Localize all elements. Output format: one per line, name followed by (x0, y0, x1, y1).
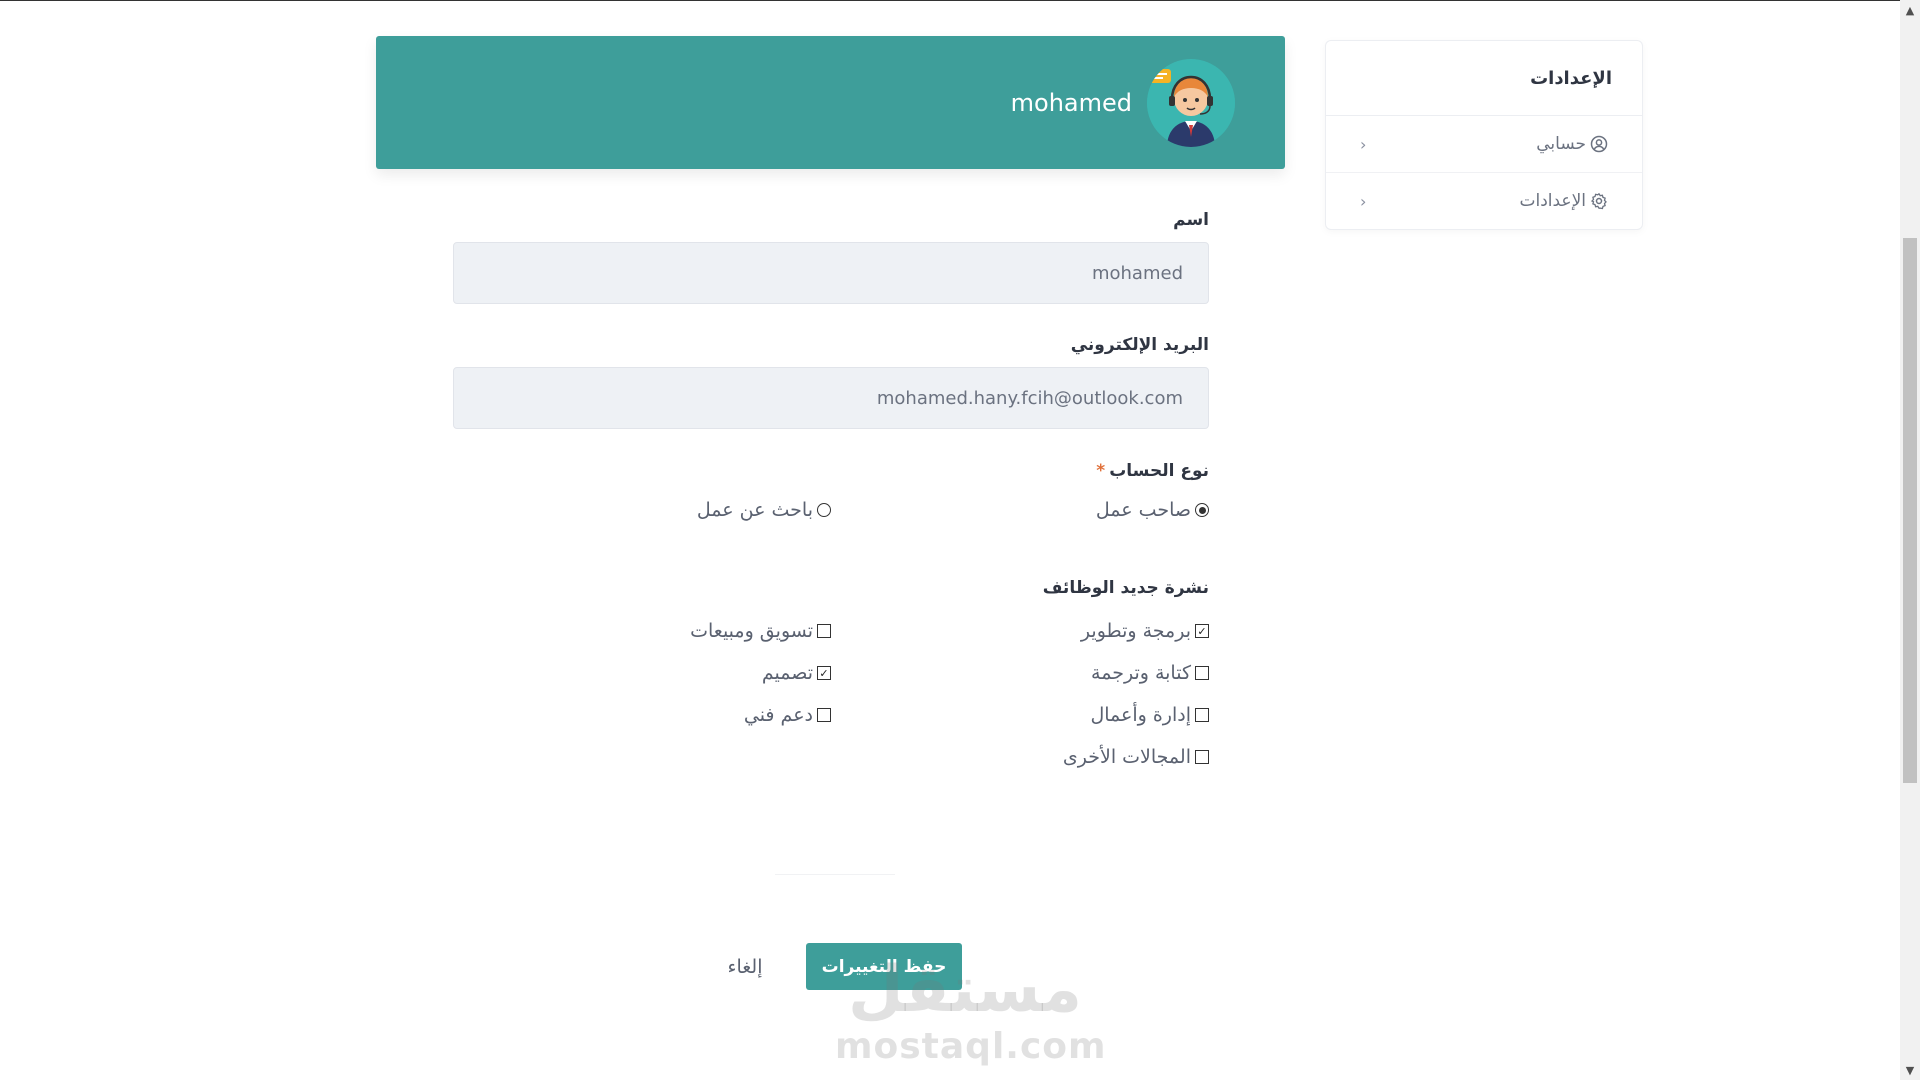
sidebar-item-label: الإعدادات (1519, 191, 1586, 211)
window-top-border (0, 0, 1900, 1)
newsletter-label: نشرة جديد الوظائف (1042, 578, 1209, 598)
checkbox[interactable] (1195, 708, 1209, 722)
sidebar-title: الإعدادات (1326, 41, 1642, 116)
vertical-scrollbar[interactable]: ▲ ▼ (1900, 0, 1920, 1080)
name-label: اسم (1173, 210, 1209, 230)
checkbox-writing[interactable]: كتابة وترجمة (831, 662, 1209, 684)
gear-icon (1590, 192, 1608, 210)
sidebar-item-settings[interactable]: الإعدادات ‹ (1326, 173, 1642, 229)
name-field[interactable] (453, 242, 1209, 304)
checkbox[interactable]: ✓ (1195, 624, 1209, 638)
save-changes-button[interactable]: حفظ التغييرات (806, 943, 962, 990)
checkbox-label: إدارة وأعمال (1090, 704, 1191, 726)
required-mark: * (1096, 461, 1106, 481)
checkbox-marketing[interactable]: تسويق ومبيعات (453, 620, 831, 642)
checkbox[interactable] (1195, 750, 1209, 764)
checkbox-label: كتابة وترجمة (1091, 662, 1191, 684)
settings-sidebar: الإعدادات حسابي ‹ الإعدادات ‹ (1325, 40, 1643, 230)
radio-button[interactable] (817, 503, 831, 517)
checkbox-label: دعم فني (743, 704, 813, 726)
checkbox-label: تصميم (761, 662, 813, 684)
profile-header: mohamed (376, 36, 1285, 169)
checkbox-management[interactable]: إدارة وأعمال (831, 704, 1209, 726)
checkbox-programming[interactable]: ✓ برمجة وتطوير (831, 620, 1209, 642)
account-type-group: نوع الحساب* صاحب عمل باحث عن عمل (453, 461, 1209, 521)
checkbox-label: تسويق ومبيعات (690, 620, 813, 642)
profile-name: mohamed (1010, 88, 1132, 117)
chevron-left-icon: ‹ (1360, 191, 1367, 211)
radio-button[interactable] (1195, 503, 1209, 517)
email-field[interactable] (453, 367, 1209, 429)
divider (775, 874, 895, 875)
email-group: البريد الإلكتروني (453, 335, 1209, 429)
checkbox-label: المجالات الأخرى (1062, 746, 1191, 768)
radio-label: صاحب عمل (1095, 499, 1191, 521)
cancel-button[interactable]: إلغاء (715, 943, 775, 990)
radio-option-employer[interactable]: صاحب عمل (831, 499, 1209, 521)
scroll-up-arrow-icon[interactable]: ▲ (1900, 0, 1920, 20)
email-label: البريد الإلكتروني (1070, 335, 1209, 355)
user-circle-icon (1590, 135, 1608, 153)
sidebar-item-label: حسابي (1536, 134, 1586, 154)
checkbox[interactable] (817, 708, 831, 722)
radio-label: باحث عن عمل (696, 499, 813, 521)
radio-option-job-seeker[interactable]: باحث عن عمل (453, 499, 831, 521)
chevron-left-icon: ‹ (1360, 134, 1367, 154)
sidebar-item-my-account[interactable]: حسابي ‹ (1326, 116, 1642, 173)
watermark-latin: mostaql.com (835, 1026, 1107, 1067)
name-group: اسم (453, 210, 1209, 304)
checkbox-support[interactable]: دعم فني (453, 704, 831, 726)
scroll-down-arrow-icon[interactable]: ▼ (1900, 1060, 1920, 1080)
avatar (1147, 59, 1235, 147)
newsletter-group: نشرة جديد الوظائف ✓ برمجة وتطوير تسويق و… (453, 578, 1209, 768)
account-type-label-text: نوع الحساب (1109, 461, 1209, 481)
checkbox-other-fields[interactable]: المجالات الأخرى (812, 746, 1209, 768)
checkbox[interactable] (817, 624, 831, 638)
account-type-label: نوع الحساب* (453, 461, 1209, 481)
scrollbar-thumb[interactable] (1903, 238, 1917, 783)
checkbox[interactable] (1195, 666, 1209, 680)
checkbox-label: برمجة وتطوير (1080, 620, 1191, 642)
checkbox[interactable]: ✓ (817, 666, 831, 680)
checkbox-design[interactable]: ✓ تصميم (453, 662, 831, 684)
